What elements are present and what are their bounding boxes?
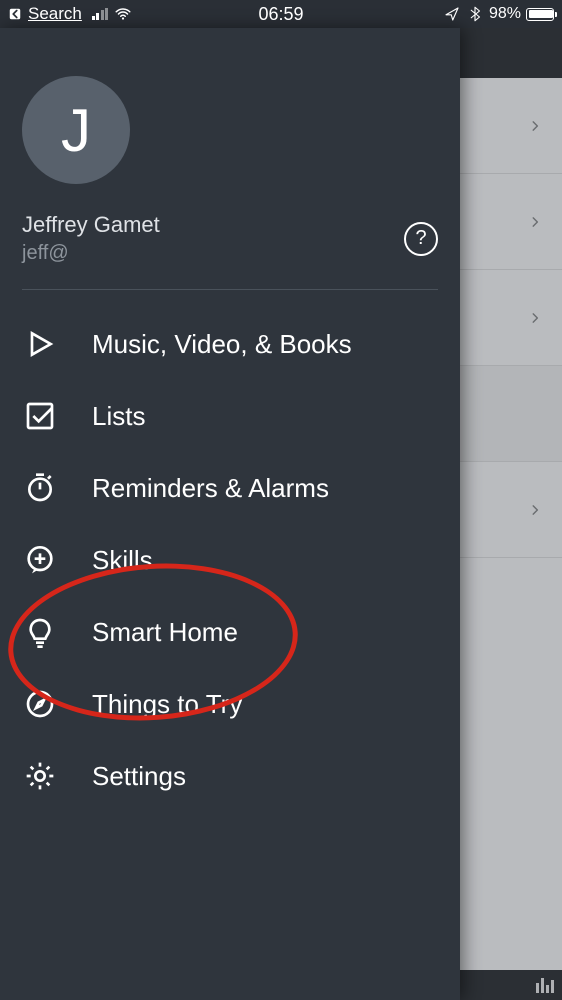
user-info-row: Jeffrey Gamet jeff@ ? xyxy=(22,212,438,290)
menu-item-label: Reminders & Alarms xyxy=(92,473,329,504)
menu-item-skills[interactable]: Skills xyxy=(22,524,438,596)
menu-item-settings[interactable]: Settings xyxy=(22,740,438,812)
user-email: jeff@ xyxy=(22,242,160,265)
menu-item-label: Settings xyxy=(92,761,186,792)
chevron-right-icon xyxy=(528,215,542,229)
background-bottom-bar xyxy=(452,970,562,1000)
user-text-block: Jeffrey Gamet jeff@ xyxy=(22,212,160,265)
menu-item-smart-home[interactable]: Smart Home xyxy=(22,596,438,668)
status-bar: Search 06:59 98% xyxy=(0,0,562,28)
status-right: 98% xyxy=(443,5,554,23)
avatar-initial: J xyxy=(61,96,91,165)
navigation-drawer: J Jeffrey Gamet jeff@ ? Music, Video, & … xyxy=(0,28,460,1000)
back-to-search-link[interactable]: Search xyxy=(28,4,82,24)
battery-icon xyxy=(526,8,554,21)
bluetooth-icon xyxy=(466,5,484,23)
gear-icon xyxy=(22,758,58,794)
status-left: Search xyxy=(8,4,132,24)
status-time: 06:59 xyxy=(258,4,303,25)
compass-icon xyxy=(22,686,58,722)
menu-item-lists[interactable]: Lists xyxy=(22,380,438,452)
help-icon: ? xyxy=(415,227,426,250)
cellular-signal-icon xyxy=(92,8,109,20)
menu-item-things-to-try[interactable]: Things to Try xyxy=(22,668,438,740)
location-arrow-icon xyxy=(443,5,461,23)
background-row[interactable] xyxy=(452,462,562,558)
back-chevron-icon[interactable] xyxy=(8,7,22,21)
chevron-right-icon xyxy=(528,119,542,133)
speech-plus-icon xyxy=(22,542,58,578)
menu-item-reminders[interactable]: Reminders & Alarms xyxy=(22,452,438,524)
menu: Music, Video, & Books Lists Reminders & … xyxy=(22,308,438,812)
stopwatch-icon xyxy=(22,470,58,506)
background-list xyxy=(452,78,562,970)
menu-item-label: Smart Home xyxy=(92,617,238,648)
chevron-right-icon xyxy=(528,311,542,325)
background-row[interactable] xyxy=(452,270,562,366)
background-page xyxy=(452,28,562,1000)
user-name: Jeffrey Gamet xyxy=(22,212,160,238)
wifi-icon xyxy=(114,5,132,23)
lightbulb-icon xyxy=(22,614,58,650)
background-row[interactable] xyxy=(452,174,562,270)
menu-item-label: Skills xyxy=(92,545,153,576)
background-row[interactable] xyxy=(452,366,562,462)
menu-item-label: Lists xyxy=(92,401,145,432)
menu-item-label: Things to Try xyxy=(92,689,242,720)
play-icon xyxy=(22,326,58,362)
menu-item-label: Music, Video, & Books xyxy=(92,329,352,360)
menu-item-music[interactable]: Music, Video, & Books xyxy=(22,308,438,380)
battery-percent: 98% xyxy=(489,5,521,23)
background-header xyxy=(452,28,562,78)
equalizer-icon xyxy=(536,977,554,993)
background-row[interactable] xyxy=(452,78,562,174)
avatar[interactable]: J xyxy=(22,76,130,184)
chevron-right-icon xyxy=(528,503,542,517)
help-button[interactable]: ? xyxy=(404,222,438,256)
checkbox-icon xyxy=(22,398,58,434)
